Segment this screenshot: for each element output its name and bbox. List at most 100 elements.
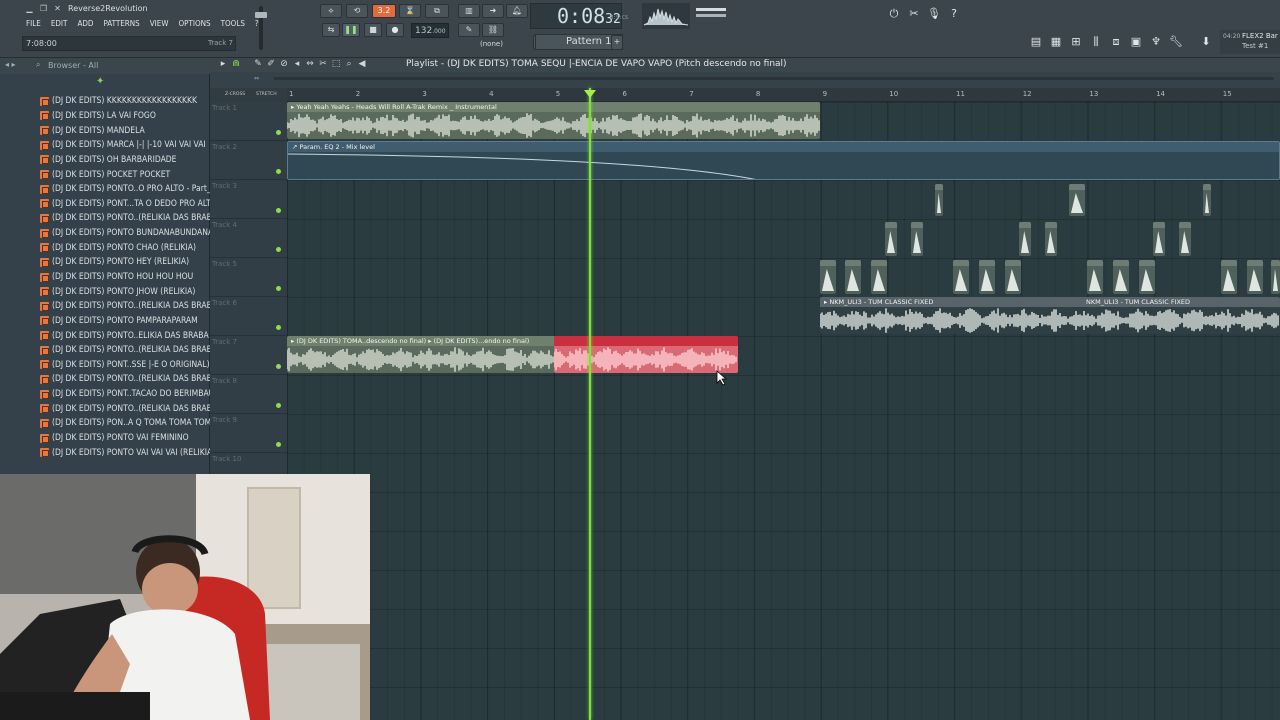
news-panel[interactable]: 04:20 FLEX2 Bar Test #1 bbox=[1220, 30, 1280, 54]
pattern-selector[interactable]: Pattern 1 bbox=[535, 34, 623, 50]
pattern-clip[interactable] bbox=[885, 222, 897, 256]
plugin-picker-icon[interactable]: ⧈ bbox=[1108, 34, 1124, 50]
pencil-icon[interactable]: ✎ bbox=[458, 23, 480, 37]
horizontal-scrollbar[interactable] bbox=[274, 77, 1274, 80]
blend-notes-icon[interactable]: ⧉ bbox=[425, 4, 449, 18]
pattern-clip[interactable] bbox=[1087, 260, 1103, 294]
browser-item[interactable]: (DJ DK EDITS) PONTO CHAO (RELIKIA) bbox=[40, 240, 220, 255]
slice-tool-icon[interactable]: ✂ bbox=[318, 59, 328, 69]
minimize-icon[interactable]: ▁ bbox=[24, 4, 35, 14]
tempo-display[interactable]: 132.000 bbox=[411, 23, 449, 38]
track-header[interactable]: Track 5 bbox=[210, 258, 287, 297]
track-header[interactable]: Track 2 bbox=[210, 141, 287, 180]
track-header[interactable]: Track 9 bbox=[210, 414, 287, 453]
none-selector[interactable]: (none) bbox=[480, 40, 503, 48]
stop-button[interactable]: ■ bbox=[364, 23, 382, 37]
track-mute-led[interactable] bbox=[276, 364, 281, 369]
pattern-clip[interactable] bbox=[1221, 260, 1237, 294]
menu-file[interactable]: FILE bbox=[22, 18, 45, 32]
pattern-clip[interactable] bbox=[1247, 260, 1263, 294]
record-button[interactable]: ● bbox=[386, 23, 404, 37]
track-mute-led[interactable] bbox=[276, 169, 281, 174]
bell-icon[interactable]: 🔔︎ bbox=[506, 4, 528, 18]
browser-item[interactable]: (DJ DK EDITS) PONTO..(RELIKIA DAS BRABA) bbox=[40, 401, 220, 416]
pattern-clip[interactable] bbox=[1019, 222, 1031, 256]
timeline-ruler[interactable]: Z-CROSS STRETCH 1 2 3 4 5 6 7 8 9 10 11 12 13 14 15 bbox=[225, 88, 1280, 102]
mute-tool-icon[interactable]: ◂ bbox=[292, 59, 302, 69]
time-display[interactable]: 0:0832 M:S:CS bbox=[530, 3, 628, 29]
clip-track1[interactable]: ▸ Yeah Yeah Yeahs - Heads Will Roll A-Tr… bbox=[287, 102, 820, 139]
slip-tool-icon[interactable]: ⇔ bbox=[305, 59, 315, 69]
browser-item[interactable]: (DJ DK EDITS) PONTO HEY (RELIKIA) bbox=[40, 255, 220, 270]
track-header[interactable]: Track 4 bbox=[210, 219, 287, 258]
close-icon[interactable]: ✕ bbox=[52, 4, 63, 14]
menu-tools[interactable]: TOOLS bbox=[217, 18, 249, 32]
track-header[interactable]: Track 8 bbox=[210, 375, 287, 414]
pattern-clip[interactable] bbox=[1203, 184, 1211, 216]
pattern-clip[interactable] bbox=[1139, 260, 1155, 294]
pattern-add-icon[interactable]: + bbox=[611, 35, 623, 50]
zoom-tool-icon[interactable]: ⌕ bbox=[344, 59, 354, 69]
browser-item[interactable]: (DJ DK EDITS) PONTO BUNDANABUNDANA bbox=[40, 226, 220, 241]
slider-knob[interactable] bbox=[255, 12, 267, 18]
snap-magnet-icon[interactable]: ⋒ bbox=[231, 59, 241, 69]
browser-item[interactable]: (DJ DK EDITS) PONTO..(RELIKIA DAS BRABA) bbox=[40, 343, 220, 358]
pattern-clip[interactable] bbox=[935, 184, 943, 216]
mixer-icon[interactable]: ⫼ bbox=[1088, 34, 1104, 50]
track-mute-led[interactable] bbox=[276, 286, 281, 291]
track-mute-led[interactable] bbox=[276, 130, 281, 135]
clip-track7-a[interactable]: ▸ (DJ DK EDITS) TOMA..descendo no final)… bbox=[287, 336, 555, 373]
menu-edit[interactable]: EDIT bbox=[47, 18, 72, 32]
browser-item[interactable]: (DJ DK EDITS) LA VAI FOGO bbox=[40, 109, 220, 124]
track-header[interactable]: Track 6 bbox=[210, 297, 287, 336]
browser-item[interactable]: (DJ DK EDITS) POCKET POCKET bbox=[40, 167, 220, 182]
pattern-clip[interactable] bbox=[1045, 222, 1057, 256]
browser-item[interactable]: (DJ DK EDITS) PONTO HOU HOU HOU bbox=[40, 270, 220, 285]
restore-icon[interactable]: ❐ bbox=[38, 4, 49, 14]
browser-item[interactable]: (DJ DK EDITS) PONT..TACAO DO BERIMBAU bbox=[40, 387, 220, 402]
clip-track6[interactable]: ▸ NKM_ULI3 - TUM CLASSIC FIXED NKM_ULI3 -… bbox=[820, 297, 1280, 334]
browser-item[interactable]: (DJ DK EDITS) PONT...TA O DEDO PRO ALTO bbox=[40, 196, 220, 211]
pattern-clip[interactable] bbox=[1113, 260, 1129, 294]
browser-arrows-icon[interactable]: ◂ ▸ bbox=[5, 60, 16, 69]
channel-rack-icon[interactable]: ▦ bbox=[1048, 34, 1064, 50]
master-volume-slider[interactable] bbox=[255, 6, 267, 50]
clip-track2-automation[interactable]: ↗ Param. EQ 2 - Mix level bbox=[287, 141, 1280, 180]
browser-search-icon[interactable]: ⌕ bbox=[36, 60, 40, 70]
playhead-marker-icon[interactable] bbox=[584, 90, 596, 98]
pattern-clip[interactable] bbox=[1005, 260, 1021, 294]
step-edit-indicator[interactable]: 3.2 bbox=[372, 4, 396, 18]
pattern-clip[interactable] bbox=[1271, 260, 1280, 294]
playback-tool-icon[interactable]: ◀ bbox=[357, 59, 367, 69]
select-tool-icon[interactable]: ⬚ bbox=[331, 59, 341, 69]
pause-button[interactable]: ❚❚ bbox=[342, 23, 360, 37]
browser-item[interactable]: (DJ DK EDITS) KKKKKKKKKKKKKKKKKK bbox=[40, 94, 220, 109]
wrench-icon[interactable]: 🔧︎ bbox=[1168, 34, 1184, 50]
pattern-clip[interactable] bbox=[871, 260, 887, 294]
pattern-clip[interactable] bbox=[979, 260, 995, 294]
playlist-window-icon[interactable]: ▤ bbox=[1028, 34, 1044, 50]
menu-view[interactable]: VIEW bbox=[146, 18, 173, 32]
track-mute-led[interactable] bbox=[276, 208, 281, 213]
loop-record-icon[interactable]: ⟲ bbox=[346, 4, 368, 18]
browser-item[interactable]: (DJ DK EDITS) PONTO PAMPARAPARAM bbox=[40, 314, 220, 329]
piano-roll-icon[interactable]: ⊞ bbox=[1068, 34, 1084, 50]
pattern-clip[interactable] bbox=[911, 222, 923, 256]
browser-snap-icon[interactable]: ✦ bbox=[96, 76, 104, 87]
clip-track7-selected[interactable] bbox=[554, 336, 738, 373]
menu-patterns[interactable]: PATTERNS bbox=[99, 18, 143, 32]
help-icon[interactable]: ? bbox=[946, 6, 962, 22]
track-mute-led[interactable] bbox=[276, 247, 281, 252]
pattern-clip[interactable] bbox=[953, 260, 969, 294]
browser-item[interactable]: (DJ DK EDITS) PONTO VAI FEMININO bbox=[40, 431, 220, 446]
browser-item[interactable]: (DJ DK EDITS) PONTO..(RELIKIA DAS BRABA) bbox=[40, 372, 220, 387]
playlist-grid[interactable]: ▸ Yeah Yeah Yeahs - Heads Will Roll A-Tr… bbox=[287, 102, 1280, 720]
piano-icon[interactable]: ▥ bbox=[458, 4, 480, 18]
browser-item[interactable]: (DJ DK EDITS) PONT..SSE |-E O ORIGINAL) bbox=[40, 358, 220, 373]
browser-toggle-icon[interactable]: ▣ bbox=[1128, 34, 1144, 50]
zoom-slider-icon[interactable]: ⇔ bbox=[254, 75, 259, 82]
paint-tool-icon[interactable]: ✐ bbox=[266, 59, 276, 69]
mic-icon[interactable]: 🎙︎ bbox=[926, 6, 942, 22]
pattern-clip[interactable] bbox=[1179, 222, 1191, 256]
pattern-clip[interactable] bbox=[1069, 184, 1085, 216]
